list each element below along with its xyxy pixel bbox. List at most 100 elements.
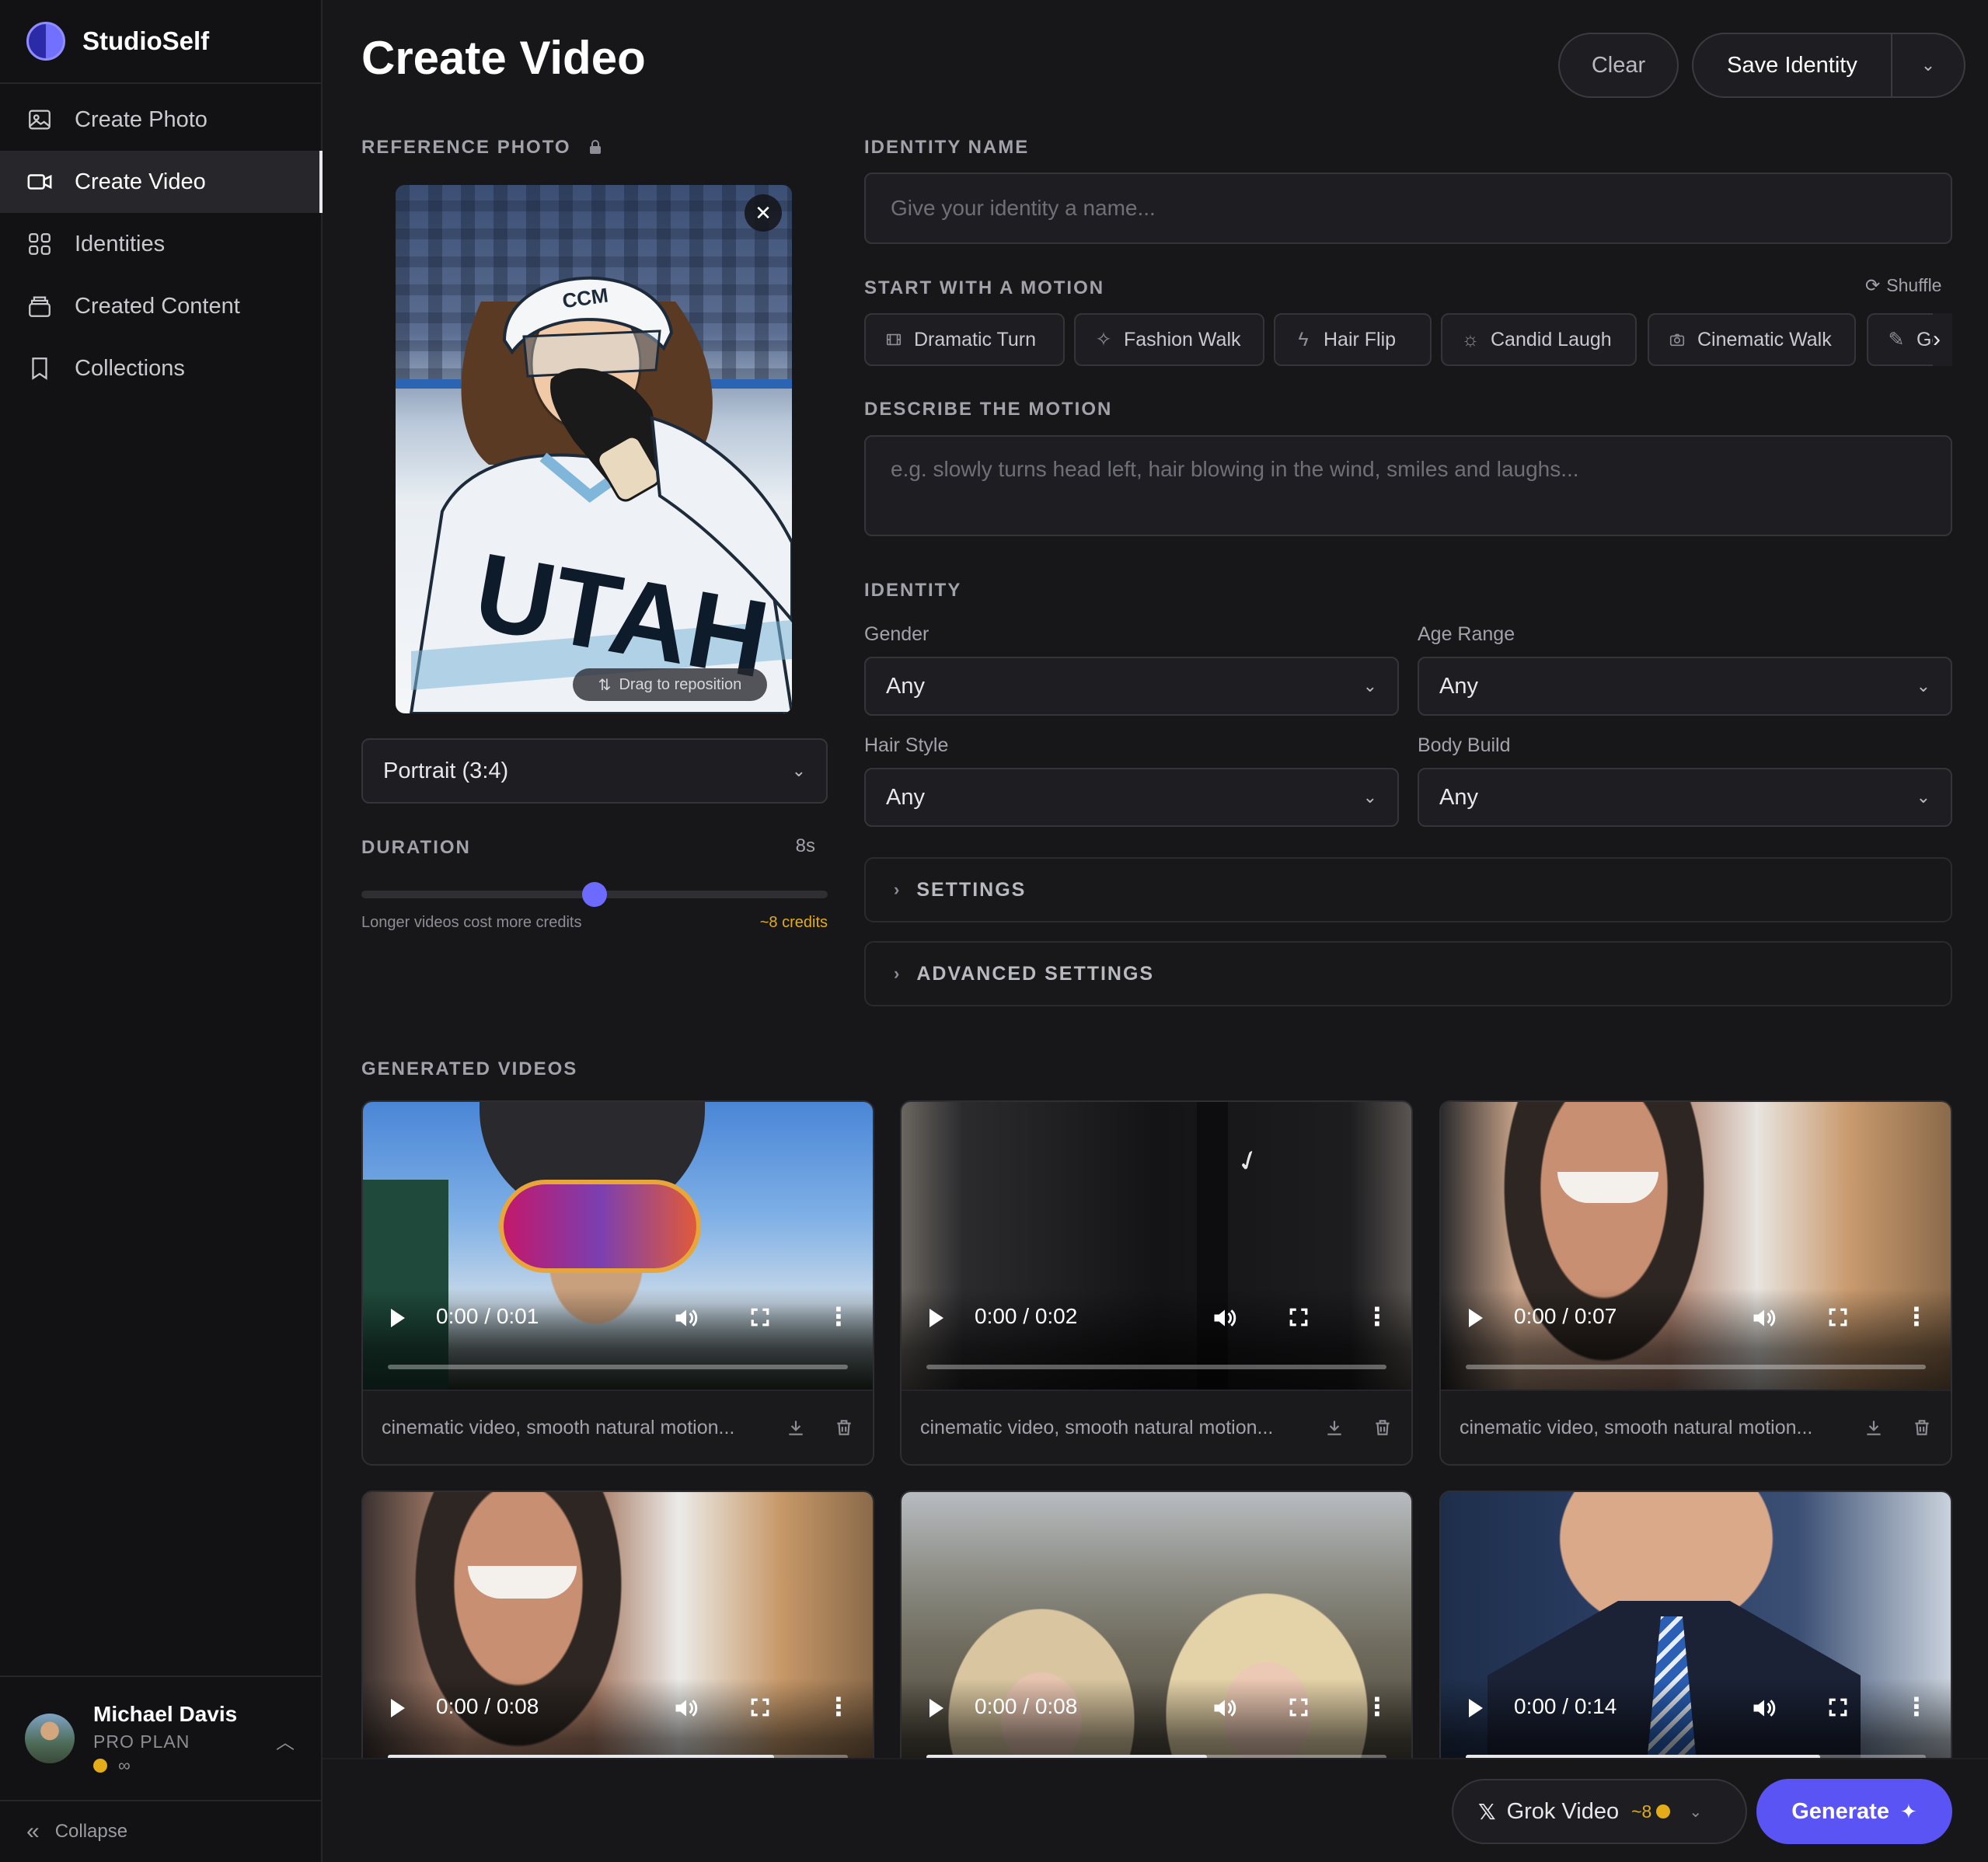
avatar [25,1714,75,1763]
video-progress-bar[interactable] [388,1365,848,1369]
sidebar-item-identities[interactable]: Identities [0,213,321,275]
sidebar-item-create-photo[interactable]: Create Photo [0,89,321,151]
more-options-icon[interactable]: ⋮ [1904,1304,1929,1329]
hockey-player-illustration: CCM UTAH [409,276,792,713]
volume-icon[interactable] [672,1694,700,1722]
fullscreen-icon[interactable] [750,1697,770,1717]
video-player[interactable]: 0:00 / 0:01 ⋮ [363,1102,873,1390]
gender-select[interactable]: Any ⌄ [864,657,1399,716]
duration-slider-handle[interactable] [582,882,607,907]
generate-button[interactable]: Generate ✦ [1756,1779,1952,1844]
motion-chip-hair-flip[interactable]: ϟ Hair Flip [1274,313,1432,366]
video-time: 0:00 / 0:14 [1514,1694,1617,1718]
video-progress-bar[interactable] [1466,1365,1926,1369]
identity-name-placeholder: Give your identity a name... [891,196,1156,220]
shuffle-button[interactable]: ⟳ Shuffle [1865,275,1941,296]
brand[interactable]: StudioSelf [0,0,321,84]
video-player[interactable]: 0:00 / 0:14 ⋮ [1441,1492,1951,1780]
age-range-select[interactable]: Any ⌄ [1418,657,1952,716]
user-menu[interactable]: Michael Davis PRO PLAN ∞ ︿ [0,1675,321,1800]
trash-icon[interactable] [834,1417,854,1438]
video-time: 0:00 / 0:01 [436,1304,539,1328]
fullscreen-icon[interactable] [1828,1307,1848,1327]
video-progress-bar[interactable] [926,1365,1386,1369]
fullscreen-icon[interactable] [1828,1697,1848,1717]
chevron-down-icon: ⌄ [791,761,806,780]
user-credits-value: ∞ [118,1755,131,1775]
volume-icon[interactable] [1750,1694,1778,1722]
video-player[interactable]: ✓ 0:00 / 0:02 ⋮ [902,1102,1411,1390]
play-icon[interactable] [1469,1309,1483,1327]
sidebar-item-create-video[interactable]: Create Video [0,151,323,213]
sun-icon: ☼ [1461,328,1480,350]
trash-icon[interactable] [1912,1417,1932,1438]
video-controls: 0:00 / 0:01 ⋮ [363,1288,873,1390]
fullscreen-icon[interactable] [750,1307,770,1327]
model-select[interactable]: 𝕏 Grok Video ~8 ⌄ [1452,1779,1747,1844]
aspect-ratio-value: Portrait (3:4) [383,758,509,783]
video-player[interactable]: 0:00 / 0:08 ⋮ [363,1492,873,1780]
volume-icon[interactable] [1211,1304,1239,1332]
download-icon[interactable] [1324,1417,1345,1438]
more-options-icon[interactable]: ⋮ [1904,1694,1929,1719]
describe-motion-textarea[interactable]: e.g. slowly turns head left, hair blowin… [864,435,1952,536]
play-icon[interactable] [929,1699,943,1717]
motion-chip-candid-laugh[interactable]: ☼ Candid Laugh [1441,313,1637,366]
settings-toggle[interactable]: › SETTINGS [864,857,1952,922]
motion-chip-fashion-walk[interactable]: ✧ Fashion Walk [1074,313,1264,366]
save-identity-button[interactable]: Save Identity [1693,53,1891,78]
download-icon[interactable] [786,1417,806,1438]
fullscreen-icon[interactable] [1289,1307,1309,1327]
play-icon[interactable] [1469,1699,1483,1717]
sidebar-item-created-content[interactable]: Created Content [0,275,321,337]
identity-name-label: IDENTITY NAME [864,137,1030,158]
motion-chips: Dramatic Turn ✧ Fashion Walk ϟ Hair Flip… [864,313,1952,366]
video-player[interactable]: 0:00 / 0:07 ⋮ [1441,1102,1951,1390]
page-title: Create Video [361,32,646,84]
sidebar-item-label: Collections [75,355,185,381]
body-build-select[interactable]: Any ⌄ [1418,768,1952,827]
motion-chip-dramatic-turn[interactable]: Dramatic Turn [864,313,1065,366]
sidebar: StudioSelf Create Photo Create Video Ide… [0,0,323,1862]
volume-icon[interactable] [672,1304,700,1332]
play-icon[interactable] [929,1309,943,1327]
remove-photo-button[interactable]: ✕ [745,194,782,232]
more-options-icon[interactable]: ⋮ [826,1694,851,1719]
identity-name-input[interactable]: Give your identity a name... [864,173,1952,244]
chevron-down-icon[interactable]: ⌄ [1892,55,1964,75]
volume-icon[interactable] [1750,1304,1778,1332]
user-info: Michael Davis PRO PLAN ∞ [93,1702,237,1776]
play-icon[interactable] [391,1699,405,1717]
download-icon[interactable] [1864,1417,1884,1438]
video-caption: cinematic video, smooth natural motion..… [382,1416,735,1438]
video-frame-smile [468,1566,577,1599]
x-logo-icon: 𝕏 [1478,1799,1496,1824]
reference-photo[interactable]: CCM UTAH ⇅ Drag to reposition [396,185,792,713]
chevron-up-icon: ︿ [276,1732,295,1753]
fullscreen-icon[interactable] [1289,1697,1309,1717]
more-options-icon[interactable]: ⋮ [1365,1694,1390,1719]
brand-logo [26,22,65,61]
advanced-settings-toggle[interactable]: › ADVANCED SETTINGS [864,941,1952,1006]
hair-style-select[interactable]: Any ⌄ [864,768,1399,827]
clear-button[interactable]: Clear [1558,33,1679,98]
play-icon[interactable] [391,1309,405,1327]
scroll-right-icon[interactable]: › [1933,313,1952,366]
chevron-right-icon: › [894,880,900,899]
trash-icon[interactable] [1372,1417,1393,1438]
more-options-icon[interactable]: ⋮ [1365,1304,1390,1329]
motion-chip-cinematic-walk[interactable]: Cinematic Walk [1648,313,1856,366]
chip-label: Cinematic Walk [1697,328,1832,350]
drag-to-reposition-hint: ⇅ Drag to reposition [573,668,767,701]
aspect-ratio-select[interactable]: Portrait (3:4) ⌄ [361,738,828,804]
video-player[interactable]: 0:00 / 0:08 ⋮ [902,1492,1411,1780]
generated-videos-label: GENERATED VIDEOS [361,1058,578,1079]
duration-credits: ~8 credits [759,914,828,931]
more-options-icon[interactable]: ⋮ [826,1304,851,1329]
volume-icon[interactable] [1211,1694,1239,1722]
collapse-button[interactable]: « Collapse [0,1800,321,1862]
describe-motion-label: DESCRIBE THE MOTION [864,399,1113,420]
age-range-label: Age Range [1418,623,1515,645]
sidebar-item-collections[interactable]: Collections [0,337,321,399]
sparkle-icon: ✦ [1899,1799,1917,1823]
